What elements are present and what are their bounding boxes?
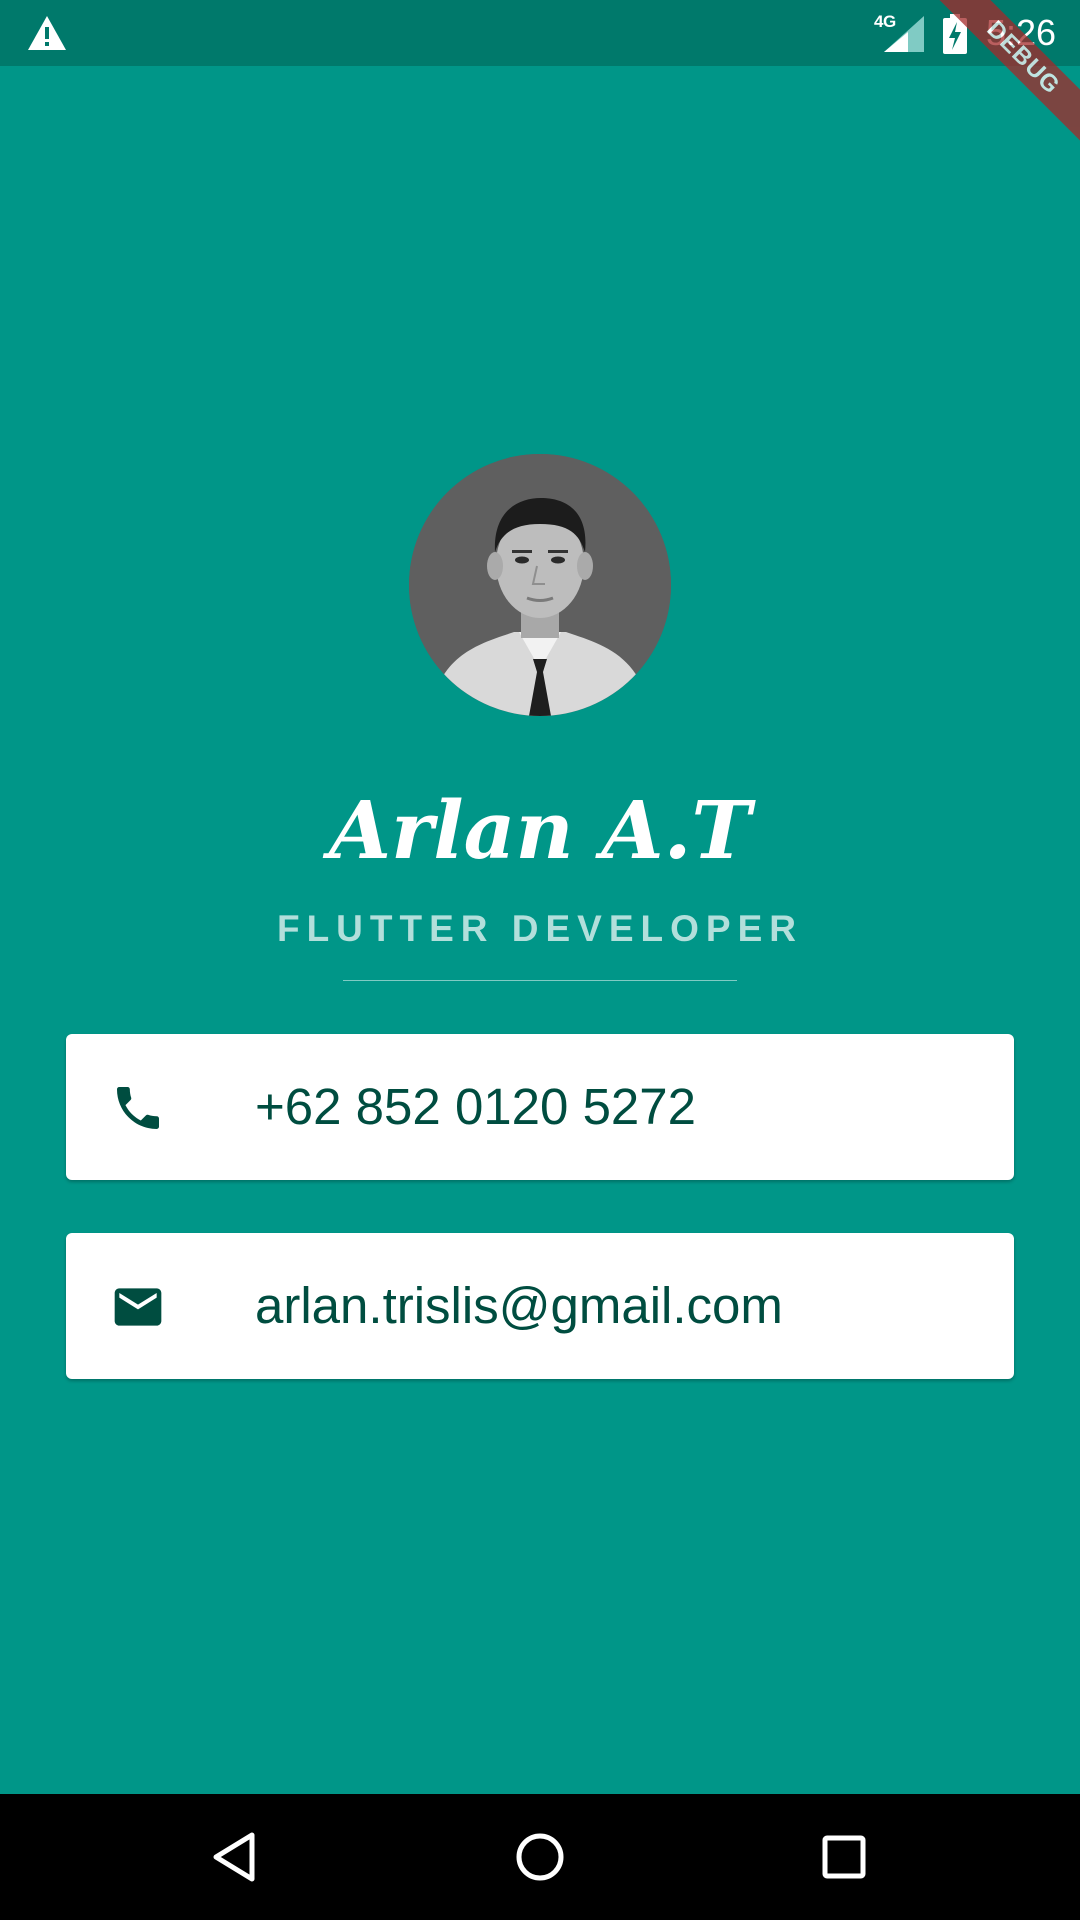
- status-time: 5:26: [986, 12, 1057, 53]
- email-address: arlan.trislis@gmail.com: [255, 1277, 783, 1334]
- profile-photo: [409, 454, 671, 716]
- back-icon[interactable]: [206, 1827, 266, 1887]
- app-screen: 4G 5:26 DEBUG Arlan A.T FLUTTER DEVELOPE…: [0, 0, 1080, 1920]
- phone-icon: [117, 1087, 159, 1129]
- phone-number: +62 852 0120 5272: [255, 1078, 697, 1135]
- profile-role: FLUTTER DEVELOPER: [276, 908, 804, 949]
- divider: [343, 980, 737, 981]
- mail-icon: [114, 1288, 162, 1326]
- phone-card[interactable]: +62 852 0120 5272: [66, 1034, 1014, 1180]
- profile-name: Arlan A.T: [329, 783, 751, 877]
- navigation-bar: [0, 1794, 1080, 1920]
- avatar: [409, 454, 671, 716]
- recent-apps-icon[interactable]: [814, 1827, 874, 1887]
- status-bar: 4G 5:26: [0, 0, 1080, 66]
- warning-icon: [28, 16, 66, 50]
- signal-icon: [884, 16, 924, 52]
- battery-charging-icon: [943, 14, 967, 54]
- email-card[interactable]: arlan.trislis@gmail.com: [66, 1233, 1014, 1379]
- home-icon[interactable]: [510, 1827, 570, 1887]
